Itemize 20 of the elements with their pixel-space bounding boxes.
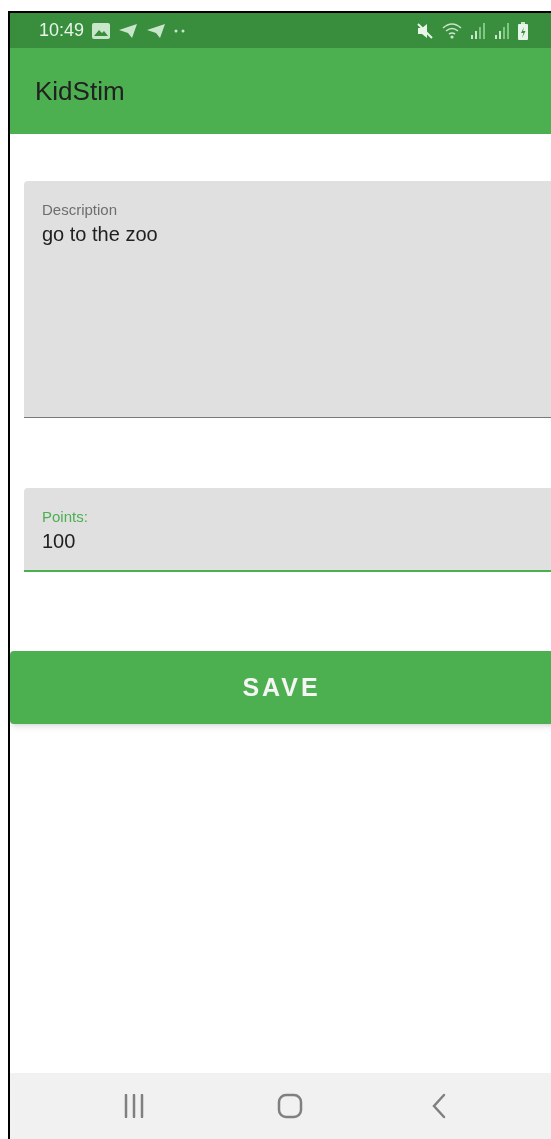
app-title: KidStim (35, 74, 125, 108)
status-time: 10:49 (39, 19, 85, 42)
field-label: Description (42, 201, 119, 219)
points-field[interactable]: Points: 100 (24, 488, 551, 572)
points-input[interactable]: 100 (42, 528, 551, 554)
description-field[interactable]: Description go to the zoo (24, 181, 551, 418)
paper-plane-icon (118, 22, 139, 39)
field-label: Points: (42, 508, 89, 526)
description-input[interactable]: go to the zoo (42, 221, 551, 417)
image-icon (92, 22, 111, 39)
more-dots-icon (174, 28, 187, 33)
wifi-icon (442, 21, 462, 40)
back-icon[interactable] (431, 1093, 447, 1119)
battery-icon (518, 21, 528, 40)
paper-plane-icon (146, 22, 167, 39)
recent-apps-icon[interactable] (122, 1094, 146, 1118)
signal-icon (494, 21, 510, 40)
mute-icon (416, 21, 434, 40)
home-icon[interactable] (277, 1093, 303, 1119)
signal-icon (470, 21, 486, 40)
